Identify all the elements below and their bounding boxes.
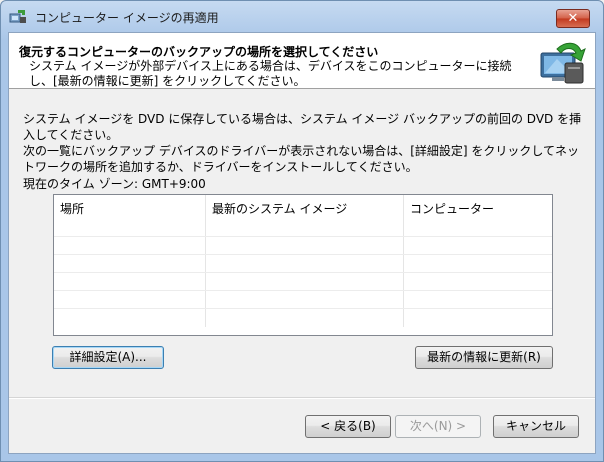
backup-location-list[interactable]: 場所 最新のシステム イメージ コンピューター bbox=[53, 194, 553, 336]
column-header-location[interactable]: 場所 bbox=[60, 200, 84, 217]
column-header-computer[interactable]: コンピューター bbox=[410, 200, 494, 217]
instruction-line-1: システム イメージを DVD に保存している場合は、システム イメージ バックア… bbox=[23, 112, 582, 142]
cancel-button[interactable]: キャンセル bbox=[493, 415, 579, 438]
dialog-window: コンピューター イメージの再適用 ✕ 復元するコンピューターのバックアップの場所… bbox=[0, 0, 604, 462]
refresh-button[interactable]: 最新の情報に更新(R) bbox=[415, 346, 553, 369]
restore-computer-icon bbox=[540, 42, 586, 84]
close-button[interactable]: ✕ bbox=[556, 9, 590, 28]
title-bar[interactable]: コンピューター イメージの再適用 ✕ bbox=[1, 1, 603, 31]
grid-line bbox=[54, 290, 552, 291]
grid-line bbox=[54, 308, 552, 309]
column-header-latest-image[interactable]: 最新のシステム イメージ bbox=[212, 200, 347, 217]
client-area: 復元するコンピューターのバックアップの場所を選択してください システム イメージ… bbox=[8, 32, 596, 454]
grid-line bbox=[54, 254, 552, 255]
instruction-line-2: 次の一覧にバックアップ デバイスのドライバーが表示されない場合は、[詳細設定] … bbox=[23, 144, 580, 174]
window-title: コンピューター イメージの再適用 bbox=[35, 11, 219, 25]
grid-line bbox=[54, 236, 552, 237]
back-button[interactable]: < 戻る(B) bbox=[305, 415, 391, 438]
advanced-settings-button[interactable]: 詳細設定(A)... bbox=[52, 346, 164, 369]
page-title: 復元するコンピューターのバックアップの場所を選択してください bbox=[19, 45, 379, 59]
grid-line bbox=[54, 272, 552, 273]
next-button[interactable]: 次へ(N) > bbox=[395, 415, 481, 438]
timezone-label: 現在のタイム ゾーン: GMT+9:00 bbox=[23, 177, 206, 191]
instructions: システム イメージを DVD に保存している場合は、システム イメージ バックア… bbox=[23, 111, 583, 175]
page-description: システム イメージが外部デバイス上にある場合は、デバイスをこのコンピューターに接… bbox=[29, 59, 512, 88]
system-image-icon bbox=[9, 10, 26, 23]
footer-separator bbox=[9, 397, 595, 399]
wizard-header: 復元するコンピューターのバックアップの場所を選択してください システム イメージ… bbox=[9, 33, 595, 89]
